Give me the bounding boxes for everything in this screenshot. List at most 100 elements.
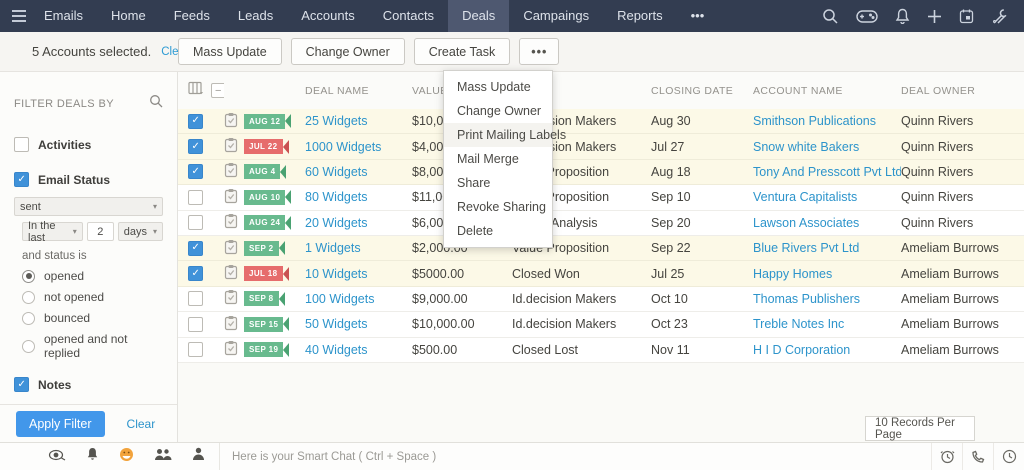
menu-item-change-owner[interactable]: Change Owner (444, 99, 552, 123)
account-name-link[interactable]: H I D Corporation (753, 343, 850, 357)
nav-item-emails[interactable]: Emails (30, 0, 97, 32)
deal-name-link[interactable]: 50 Widgets (305, 317, 368, 331)
deal-name-link[interactable]: 40 Widgets (305, 343, 368, 357)
table-row[interactable]: SEP 19 40 Widgets $500.00 Closed Lost No… (178, 337, 1024, 363)
apply-filter-button[interactable]: Apply Filter (16, 410, 105, 437)
activities-checkbox[interactable] (14, 137, 29, 152)
nav-item-[interactable]: ••• (677, 0, 719, 32)
nav-item-accounts[interactable]: Accounts (287, 0, 368, 32)
presence-eye-icon[interactable] (48, 448, 66, 466)
task-clipboard-icon[interactable] (224, 315, 238, 334)
table-row[interactable]: SEP 15 50 Widgets $10,000.00 Id.decision… (178, 312, 1024, 338)
deal-name-link[interactable]: 100 Widgets (305, 292, 374, 306)
deal-name-link[interactable]: 25 Widgets (305, 114, 368, 128)
deal-name-link[interactable]: 60 Widgets (305, 165, 368, 179)
group-chat-icon[interactable] (154, 448, 172, 466)
task-clipboard-icon[interactable] (224, 239, 238, 258)
email-status-radio-opened[interactable] (22, 269, 35, 283)
email-range-select[interactable]: In the last ▾ (22, 220, 83, 244)
account-name-link[interactable]: Snow white Bakers (753, 140, 859, 154)
search-icon[interactable] (822, 8, 839, 25)
account-name-link[interactable]: Blue Rivers Pvt Ltd (753, 241, 859, 255)
row-checkbox[interactable] (188, 316, 203, 332)
nav-item-reports[interactable]: Reports (603, 0, 677, 32)
mass-update-button[interactable]: Mass Update (178, 38, 282, 65)
nav-item-home[interactable]: Home (97, 0, 160, 32)
account-name-link[interactable]: Happy Homes (753, 267, 832, 281)
row-checkbox[interactable] (188, 266, 203, 282)
row-checkbox[interactable] (188, 291, 203, 307)
table-row[interactable]: JUL 18 10 Widgets $5000.00 Closed Won Ju… (178, 261, 1024, 287)
filter-search-icon[interactable] (149, 94, 163, 113)
menu-item-mail-merge[interactable]: Mail Merge (444, 147, 552, 171)
select-all-checkbox[interactable] (211, 83, 224, 98)
chat-bell-icon[interactable] (86, 447, 99, 466)
tools-icon[interactable] (991, 8, 1008, 25)
task-clipboard-icon[interactable] (224, 213, 238, 232)
table-row[interactable]: JUL 22 1000 Widgets $4,000.00 Id.decisio… (178, 134, 1024, 160)
account-name-link[interactable]: Treble Notes Inc (753, 317, 844, 331)
row-checkbox[interactable] (188, 215, 203, 231)
history-clock-icon[interactable] (993, 442, 1024, 470)
nav-item-campaings[interactable]: Campaings (509, 0, 603, 32)
calendar-icon[interactable] (959, 8, 974, 24)
records-per-page-select[interactable]: 10 Records Per Page (865, 416, 975, 441)
bell-icon[interactable] (895, 8, 910, 24)
contacts-person-icon[interactable] (192, 447, 205, 466)
email-status-checkbox[interactable] (14, 172, 29, 187)
menu-item-revoke-sharing[interactable]: Revoke Sharing (444, 195, 552, 219)
emoji-face-icon[interactable] (119, 447, 134, 467)
deal-name-link[interactable]: 80 Widgets (305, 190, 368, 204)
email-status-radio-not-opened[interactable] (22, 290, 35, 304)
account-name-link[interactable]: Ventura Capitalists (753, 190, 857, 204)
task-clipboard-icon[interactable] (224, 289, 238, 308)
smart-chat-input[interactable] (232, 450, 632, 463)
notes-checkbox[interactable] (14, 377, 29, 392)
phone-icon[interactable] (962, 442, 993, 470)
account-name-link[interactable]: Tony And Presscott Pvt Ltd (753, 165, 901, 179)
col-header-deal-name[interactable]: DEAL NAME (305, 85, 369, 97)
deal-name-link[interactable]: 20 Widgets (305, 216, 368, 230)
account-name-link[interactable]: Thomas Publishers (753, 292, 860, 306)
reminder-alarm-icon[interactable] (931, 442, 962, 470)
account-name-link[interactable]: Smithson Publications (753, 114, 876, 128)
task-clipboard-icon[interactable] (224, 162, 238, 181)
more-actions-button[interactable]: ••• (519, 38, 560, 65)
menu-item-share[interactable]: Share (444, 171, 552, 195)
deal-name-link[interactable]: 1000 Widgets (305, 140, 381, 154)
table-row[interactable]: AUG 10 80 Widgets $11,000.00 Value Propo… (178, 185, 1024, 211)
plus-icon[interactable] (927, 9, 942, 24)
menu-item-delete[interactable]: Delete (444, 219, 552, 243)
task-clipboard-icon[interactable] (224, 137, 238, 156)
email-type-select[interactable]: sent ▾ (14, 197, 163, 216)
hamburger-menu-icon[interactable] (0, 10, 30, 22)
email-range-value-input[interactable] (86, 222, 114, 241)
deal-name-link[interactable]: 1 Widgets (305, 241, 361, 255)
nav-item-deals[interactable]: Deals (448, 0, 510, 32)
col-header-account-name[interactable]: ACCOUNT NAME (753, 85, 843, 97)
table-row[interactable]: SEP 2 1 Widgets $2,000.00 Value Proposit… (178, 235, 1024, 262)
clear-filter-link[interactable]: Clear (127, 417, 156, 431)
col-header-deal-owner[interactable]: DEAL OWNER (901, 85, 975, 97)
table-row[interactable]: AUG 4 60 Widgets $8,000.00 Value Proposi… (178, 159, 1024, 186)
row-checkbox[interactable] (188, 164, 203, 180)
account-name-link[interactable]: Lawson Associates (753, 216, 859, 230)
row-checkbox[interactable] (188, 240, 203, 256)
email-status-radio-bounced[interactable] (22, 311, 35, 325)
email-unit-select[interactable]: days ▾ (117, 222, 163, 241)
column-manager-icon[interactable] (188, 81, 204, 100)
task-clipboard-icon[interactable] (224, 340, 238, 359)
nav-item-contacts[interactable]: Contacts (369, 0, 448, 32)
table-row[interactable]: AUG 24 20 Widgets $6,000.00 Needs Analys… (178, 210, 1024, 236)
row-checkbox[interactable] (188, 113, 203, 129)
nav-item-feeds[interactable]: Feeds (160, 0, 224, 32)
table-row[interactable]: SEP 8 100 Widgets $9,000.00 Id.decision … (178, 286, 1024, 313)
row-checkbox[interactable] (188, 189, 203, 205)
col-header-closing-date[interactable]: CLOSING DATE (651, 85, 733, 97)
row-checkbox[interactable] (188, 139, 203, 155)
row-checkbox[interactable] (188, 342, 203, 358)
table-row[interactable]: AUG 12 25 Widgets $10,000.00 Id.decision… (178, 109, 1024, 135)
menu-item-print-mailing-labels[interactable]: Print Mailing Labels (444, 123, 566, 147)
task-clipboard-icon[interactable] (224, 264, 238, 283)
nav-item-leads[interactable]: Leads (224, 0, 287, 32)
